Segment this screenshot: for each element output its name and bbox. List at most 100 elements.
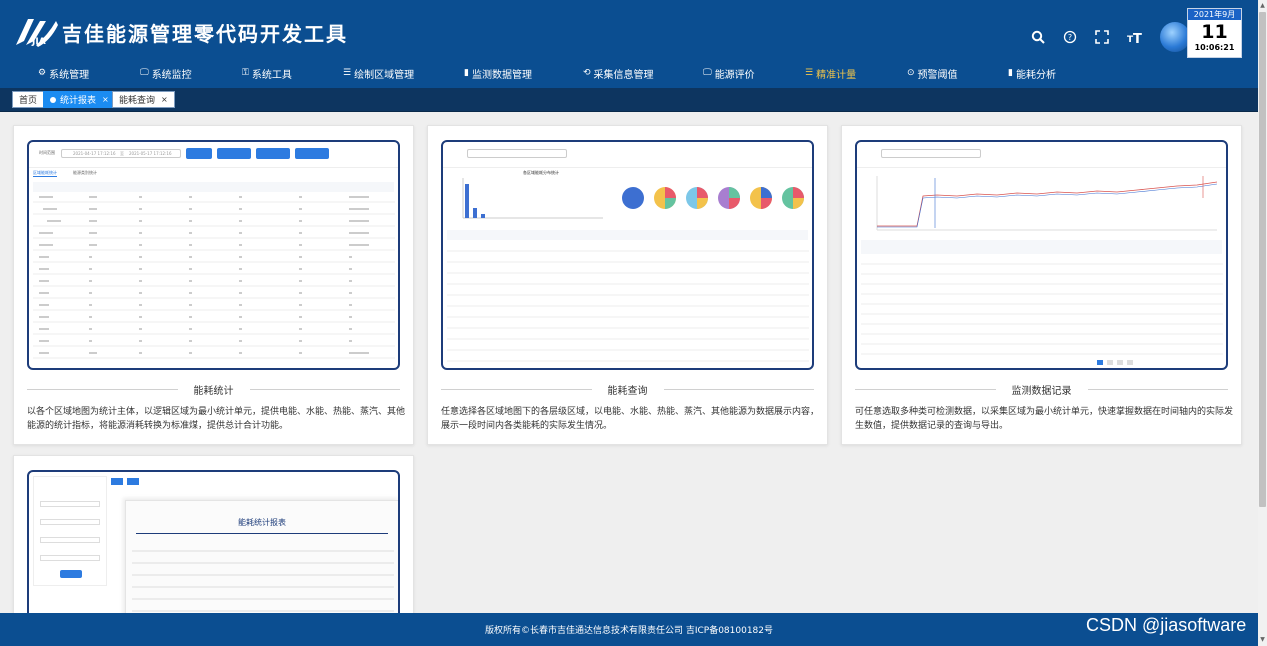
card-title-row: 能耗统计 xyxy=(27,382,400,397)
watermark: CSDN @jiasoftware xyxy=(1086,615,1247,635)
tab-energy-query[interactable]: 能耗查询 × xyxy=(112,91,175,108)
svg-text:T: T xyxy=(1133,32,1142,44)
preview-date-range xyxy=(467,149,567,158)
tab-bar: 首页 统计报表 × 能耗查询 × xyxy=(0,88,1258,112)
search-icon[interactable] xyxy=(1028,27,1048,47)
preview-date-end: 2021-05-17 17:12:16 xyxy=(129,151,172,156)
preview-table-rows xyxy=(861,263,1223,365)
nav-item-energy-eval[interactable]: 🖵 能源评价 xyxy=(703,64,755,82)
preview-report-grid xyxy=(132,550,394,612)
calendar-time: 10:06:21 xyxy=(1194,43,1235,52)
card-description: 任意选择各区域地图下的各层级区域，以电能、水能、热能、蒸汽、其他能源为数据展示内… xyxy=(441,407,820,431)
divider xyxy=(1087,388,1228,390)
preview-energy-query: 各区域能耗分布统计 xyxy=(441,140,814,370)
header-tools: ? TT ▼ xyxy=(1028,22,1210,52)
report-card-energy-report[interactable]: 能耗统计报表 xyxy=(13,455,414,613)
preview-line-chart xyxy=(876,176,1218,231)
preview-table-rows xyxy=(447,250,809,362)
logo-mark-icon: JIA xyxy=(14,15,58,49)
help-icon[interactable]: ? xyxy=(1060,27,1080,47)
fullscreen-icon[interactable] xyxy=(1092,27,1112,47)
scrollbar-thumb[interactable] xyxy=(1259,12,1266,507)
page-scrollbar[interactable]: ▲ ▼ xyxy=(1258,0,1267,646)
preview-table-head xyxy=(861,240,1222,254)
close-icon[interactable]: × xyxy=(161,95,168,104)
tab-label: 能耗查询 xyxy=(119,96,156,106)
footer: 版权所有©长春市吉佳通达信息技术有限责任公司 吉ICP备08100182号 xyxy=(0,613,1258,646)
preview-tab-energy: 能源类别统计 xyxy=(73,170,97,175)
scroll-up-icon[interactable]: ▲ xyxy=(1258,2,1267,9)
divider xyxy=(27,388,178,390)
refresh-icon: ⟲ xyxy=(583,68,591,78)
preview-energy-stats: 时间范围 2021-04-17 17:12:16 至 2021-05-17 17… xyxy=(27,140,400,370)
preview-tab-area: 区域能耗统计 xyxy=(33,170,57,177)
preview-select xyxy=(40,555,100,561)
gear-icon: ⚙ xyxy=(38,68,47,78)
nav-label: 精准计量 xyxy=(816,69,857,81)
card-title: 能耗查询 xyxy=(607,385,648,397)
preview-filter-panel xyxy=(33,476,107,586)
preview-export-all-button xyxy=(256,148,290,159)
preview-button xyxy=(127,478,139,485)
divider xyxy=(663,388,814,390)
font-size-icon[interactable]: TT xyxy=(1124,27,1144,47)
preview-label: 时间范围 xyxy=(39,150,55,155)
nav-item-collect-info[interactable]: ⟲ 采集信息管理 xyxy=(583,64,654,82)
monitor-icon: 🖵 xyxy=(140,68,149,78)
close-icon[interactable]: × xyxy=(102,95,109,104)
tab-home[interactable]: 首页 xyxy=(12,91,45,108)
card-title: 监测数据记录 xyxy=(1011,385,1072,397)
nav-item-warning-threshold[interactable]: ⊙ 预警阈值 xyxy=(907,64,958,82)
preview-export-button xyxy=(217,148,251,159)
app-title: 吉佳能源管理零代码开发工具 xyxy=(62,21,348,46)
bar-chart-icon: ▮ xyxy=(464,68,469,78)
toolbox-icon: ⚿ xyxy=(242,68,249,78)
divider xyxy=(855,388,996,390)
nav-label: 采集信息管理 xyxy=(593,69,654,81)
preview-report-sheet: 能耗统计报表 xyxy=(125,500,398,613)
nav-item-energy-analysis[interactable]: ▮ 能耗分析 xyxy=(1008,64,1056,82)
card-description: 以各个区域地图为统计主体，以逻辑区域为最小统计单元，提供电能、水能、热能、蒸汽、… xyxy=(27,407,406,431)
nav-item-system-tools[interactable]: ⚿ 系统工具 xyxy=(242,64,292,82)
nav-label: 能耗分析 xyxy=(1015,69,1056,81)
copyright-text: 版权所有©长春市吉佳通达信息技术有限责任公司 吉ICP备08100182号 xyxy=(484,626,774,636)
nav-item-precise-metering[interactable]: ☰ 精准计量 xyxy=(805,64,856,82)
scroll-down-icon[interactable]: ▼ xyxy=(1258,636,1267,643)
monitor-icon: 🖵 xyxy=(703,68,712,78)
preview-generate-button xyxy=(60,570,82,578)
preview-monitor-records xyxy=(855,140,1228,370)
preview-select xyxy=(40,519,100,525)
preview-table-head xyxy=(33,182,394,192)
preview-date-sep: 至 xyxy=(120,151,124,156)
alert-icon: ⊙ xyxy=(907,68,915,78)
main-nav: ⚙ 系统管理 🖵 系统监控 ⚿ 系统工具 ☰ 绘制区域管理 ▮ 监测数据管理 ⟲ 采集信息管… xyxy=(0,64,1258,82)
nav-label: 绘制区域管理 xyxy=(354,69,415,81)
user-avatar[interactable] xyxy=(1160,22,1190,52)
nav-label: 系统工具 xyxy=(251,69,292,81)
report-card-monitor-records[interactable]: 监测数据记录 可任意选取多种类可检测数据，以采集区域为最小统计单元，快速掌握数据… xyxy=(841,125,1242,445)
nav-item-system-monitor[interactable]: 🖵 系统监控 xyxy=(140,64,192,82)
preview-bar-title: 各区域能耗分布统计 xyxy=(523,169,559,175)
top-header: JIA 吉佳能源管理零代码开发工具 ? TT ▼ 2021年9月 11 10:0… xyxy=(0,0,1258,88)
nav-item-draw-area[interactable]: ☰ 绘制区域管理 xyxy=(343,64,414,82)
calendar-widget: 2021年9月 11 10:06:21 xyxy=(1187,8,1242,58)
preview-table-rows xyxy=(33,196,395,359)
bar-chart-icon: ▮ xyxy=(1008,68,1013,78)
nav-label: 系统监控 xyxy=(151,69,192,81)
preview-energy-report: 能耗统计报表 xyxy=(27,470,400,613)
tab-label: 统计报表 xyxy=(60,96,97,106)
tab-statistics-report[interactable]: 统计报表 × xyxy=(43,91,116,108)
preview-report-title: 能耗统计报表 xyxy=(238,518,286,527)
preview-table-head xyxy=(447,230,808,240)
card-title: 能耗统计 xyxy=(193,385,234,397)
preview-select xyxy=(40,501,100,507)
list-icon: ☰ xyxy=(343,68,352,78)
report-card-energy-query[interactable]: 各区域能耗分布统计 能耗查询 任意选择各区域地图下的各层级区域，以电能、水能、热… xyxy=(427,125,828,445)
preview-charts: 各区域能耗分布统计 xyxy=(462,169,804,219)
nav-item-system-manage[interactable]: ⚙ 系统管理 xyxy=(38,64,89,82)
report-card-energy-stats[interactable]: 时间范围 2021-04-17 17:12:16 至 2021-05-17 17… xyxy=(13,125,414,445)
calendar-day: 11 xyxy=(1201,21,1228,43)
nav-item-monitor-data[interactable]: ▮ 监测数据管理 xyxy=(464,64,532,82)
app-logo[interactable]: JIA 吉佳能源管理零代码开发工具 xyxy=(14,14,348,50)
card-title-row: 监测数据记录 xyxy=(855,382,1228,397)
